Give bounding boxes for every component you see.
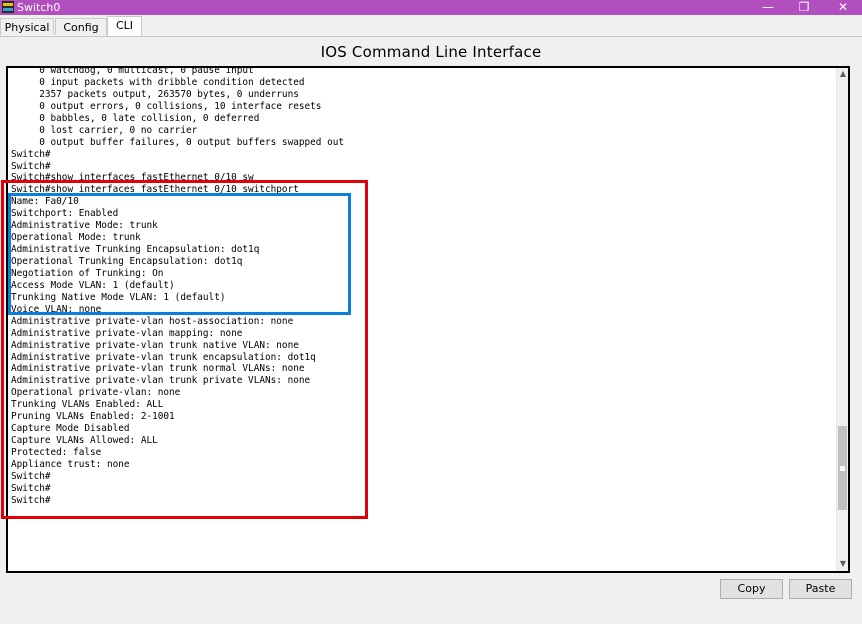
scroll-down-arrow-icon[interactable]: ▼ bbox=[838, 559, 848, 569]
terminal-line: Protected: false bbox=[11, 447, 102, 458]
maximize-button[interactable]: ❐ bbox=[789, 0, 819, 15]
terminal-line: Trunking VLANs Enabled: ALL bbox=[11, 399, 164, 411]
terminal-line: Switch# bbox=[11, 470, 51, 482]
terminal-line: Capture VLANs Allowed: ALL bbox=[11, 435, 158, 447]
terminal-line: Switch#show interfaces fastEthernet 0/10… bbox=[11, 172, 254, 184]
close-button[interactable]: ✕ bbox=[828, 0, 858, 15]
tab-config[interactable]: Config bbox=[55, 18, 107, 35]
terminal-output[interactable]: 0 watchdog, 0 multicast, 0 pause input 0… bbox=[11, 66, 345, 507]
scroll-grip-icon bbox=[840, 466, 845, 471]
terminal-line: 2357 packets output, 263570 bytes, 0 und… bbox=[11, 88, 299, 100]
paste-button[interactable]: Paste bbox=[789, 579, 852, 599]
terminal-line: Administrative private-vlan mapping: non… bbox=[11, 327, 243, 339]
terminal-line: Switch# bbox=[11, 148, 51, 160]
cli-terminal[interactable]: 0 watchdog, 0 multicast, 0 pause input 0… bbox=[6, 66, 850, 573]
terminal-line: Administrative private-vlan trunk native… bbox=[11, 339, 299, 351]
terminal-line: Switch# bbox=[11, 494, 51, 506]
tab-cli[interactable]: CLI bbox=[107, 16, 142, 36]
scroll-up-arrow-icon[interactable]: ▲ bbox=[838, 69, 848, 79]
minimize-button[interactable]: — bbox=[753, 0, 783, 15]
terminal-line: 0 watchdog, 0 multicast, 0 pause input bbox=[11, 66, 254, 76]
terminal-line: Capture Mode Disabled bbox=[11, 423, 130, 435]
window-title: Switch0 bbox=[17, 1, 61, 14]
tab-bar: Physical Config CLI bbox=[0, 15, 862, 37]
scrollbar-thumb[interactable] bbox=[838, 426, 847, 510]
terminal-line: Appliance trust: none bbox=[11, 458, 130, 470]
terminal-line: Operational Trunking Encapsulation: dot1… bbox=[11, 256, 243, 267]
terminal-line: 0 output errors, 0 collisions, 10 interf… bbox=[11, 100, 322, 112]
terminal-line: 0 output buffer failures, 0 output buffe… bbox=[11, 136, 345, 148]
terminal-line: Switchport: Enabled bbox=[11, 208, 119, 220]
terminal-line: Switch# bbox=[11, 160, 51, 172]
copy-button[interactable]: Copy bbox=[720, 579, 783, 599]
terminal-line: Negotiation of Trunking: On bbox=[11, 267, 164, 279]
terminal-line: Trunking Native Mode VLAN: 1 (default) bbox=[11, 291, 226, 303]
title-bar: Switch0 — ❐ ✕ bbox=[0, 0, 862, 15]
terminal-line: Administrative Trunking Encapsulation: d… bbox=[11, 244, 260, 256]
terminal-line: 0 babbles, 0 late collision, 0 deferred bbox=[11, 112, 260, 124]
vertical-scrollbar[interactable]: ▲ ▼ bbox=[836, 68, 848, 571]
switch-app-icon bbox=[2, 1, 14, 13]
tab-physical[interactable]: Physical bbox=[0, 18, 54, 35]
terminal-line: Switch# bbox=[11, 482, 51, 494]
page-title: IOS Command Line Interface bbox=[320, 43, 542, 61]
terminal-line: Administrative private-vlan trunk privat… bbox=[11, 375, 311, 387]
terminal-line: Operational Mode: trunk bbox=[11, 232, 141, 244]
terminal-line: Pruning VLANs Enabled: 2-1001 bbox=[11, 411, 175, 423]
terminal-line: Administrative private-vlan trunk encaps… bbox=[11, 351, 316, 363]
terminal-line: Administrative Mode: trunk bbox=[11, 220, 158, 232]
terminal-line: 0 input packets with dribble condition d… bbox=[11, 76, 305, 88]
terminal-line: Administrative private-vlan host-associa… bbox=[11, 315, 294, 327]
terminal-line: Operational private-vlan: none bbox=[11, 387, 181, 399]
terminal-line: 0 lost carrier, 0 no carrier bbox=[11, 124, 198, 136]
terminal-line: Switch#show interfaces fastEthernet 0/10… bbox=[11, 184, 299, 196]
terminal-line: Administrative private-vlan trunk normal… bbox=[11, 363, 305, 375]
terminal-line: Access Mode VLAN: 1 (default) bbox=[11, 279, 175, 291]
terminal-line: Name: Fa0/10 bbox=[11, 196, 79, 208]
terminal-line: Voice VLAN: none bbox=[11, 303, 102, 315]
